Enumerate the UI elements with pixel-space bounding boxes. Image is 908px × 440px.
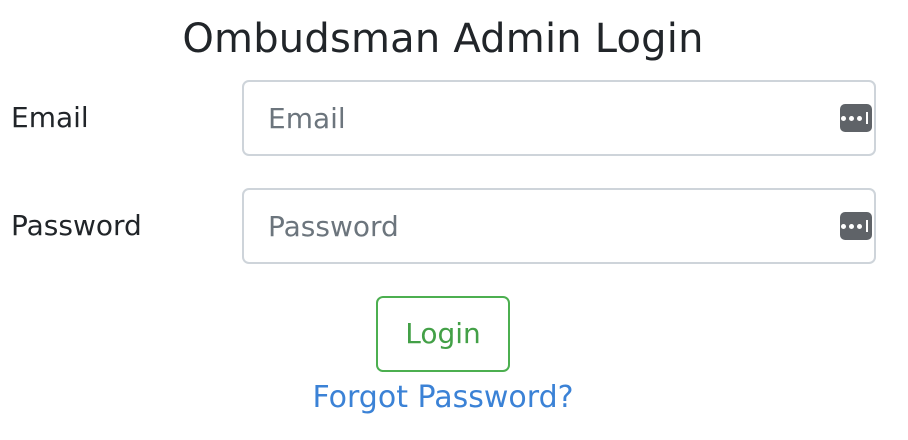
login-button[interactable]: Login: [376, 296, 510, 372]
password-field[interactable]: [244, 190, 834, 262]
password-manager-icon[interactable]: [840, 104, 872, 132]
dot: [841, 223, 846, 229]
dot: [841, 115, 846, 121]
password-label: Password: [11, 209, 142, 242]
forgot-password-link[interactable]: Forgot Password?: [0, 376, 886, 420]
password-manager-icon[interactable]: [840, 212, 872, 240]
password-field-wrapper[interactable]: [242, 188, 876, 264]
dot: [857, 223, 862, 229]
password-row: Password: [0, 188, 908, 264]
bar: [866, 112, 868, 124]
email-label: Email: [11, 101, 89, 134]
email-field[interactable]: [244, 82, 834, 154]
email-field-wrapper[interactable]: [242, 80, 876, 156]
dot: [849, 115, 854, 121]
bar: [866, 220, 868, 232]
page-title: Ombudsman Admin Login: [182, 16, 704, 62]
dot: [857, 115, 862, 121]
email-row: Email: [0, 80, 908, 156]
dot: [849, 223, 854, 229]
